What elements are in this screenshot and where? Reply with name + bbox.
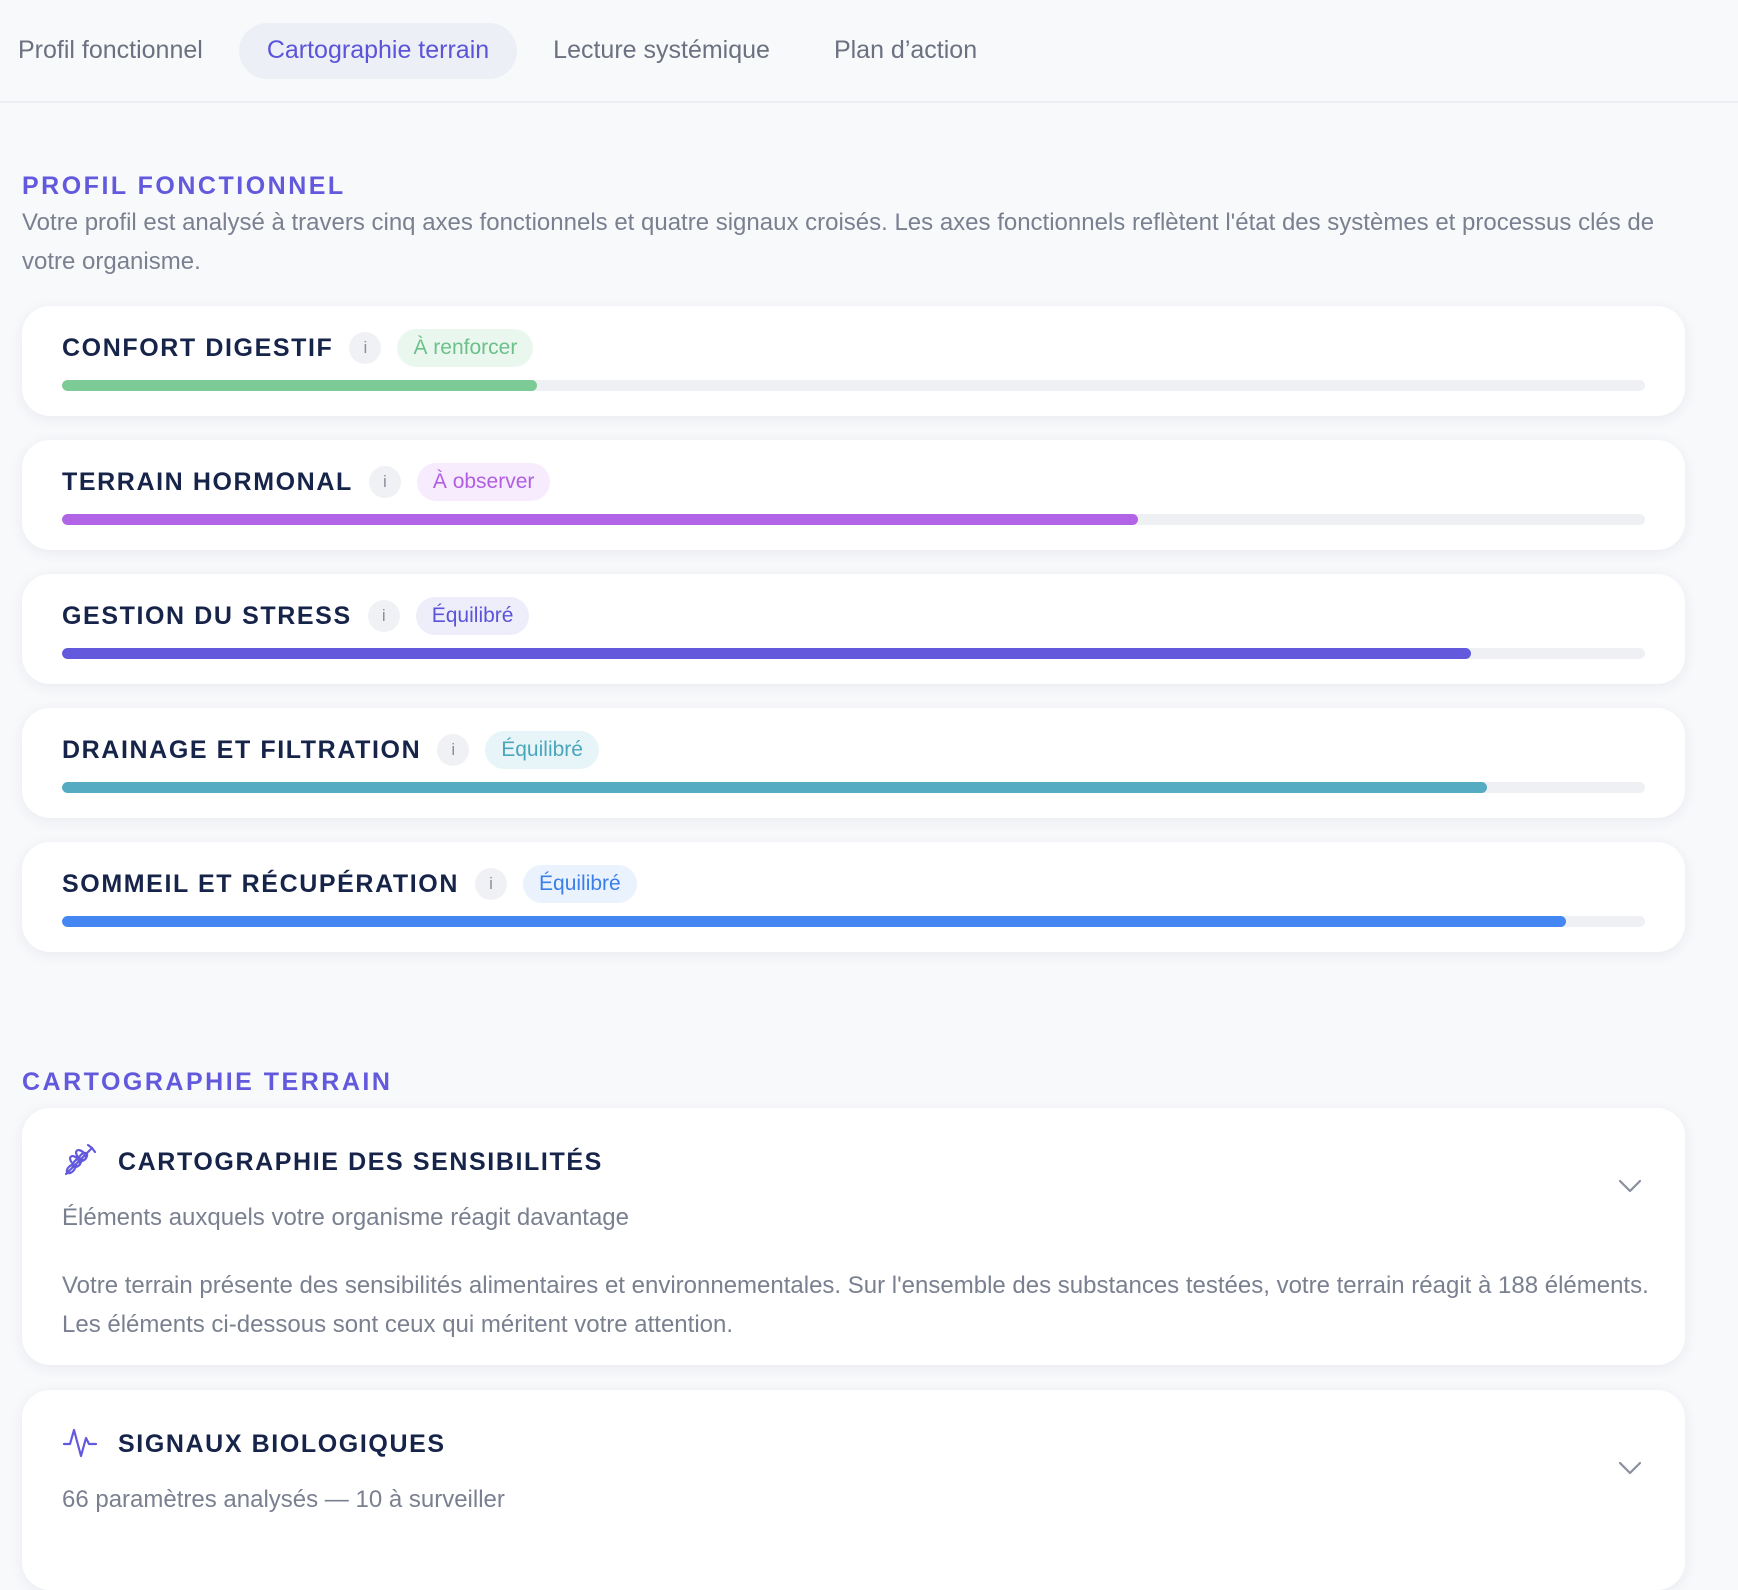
info-icon[interactable]: i: [475, 868, 508, 900]
axis-card-header: TERRAIN HORMONAL i À observer: [62, 462, 551, 502]
tab-profil-fonctionnel[interactable]: Profil fonctionnel: [0, 23, 231, 79]
sensibilites-title: CARTOGRAPHIE DES SENSIBILITÉS: [118, 1148, 603, 1176]
progress-track: [62, 648, 1645, 659]
axis-card[interactable]: CONFORT DIGESTIF i À renforcer: [22, 306, 1685, 416]
tab-lecture-systemique[interactable]: Lecture systémique: [525, 23, 798, 79]
info-icon[interactable]: i: [368, 466, 401, 498]
axis-card-header: GESTION DU STRESS i Équilibré: [62, 596, 530, 636]
axis-title: CONFORT DIGESTIF: [62, 333, 334, 362]
progress-fill: [62, 514, 1139, 525]
signaux-subtitle: 66 paramètres analysés — 10 à surveiller: [62, 1486, 505, 1513]
pulse-icon: [62, 1424, 98, 1465]
axis-title: DRAINAGE ET FILTRATION: [62, 735, 422, 764]
signaux-card[interactable]: SIGNAUX BIOLOGIQUES 66 paramètres analys…: [22, 1390, 1685, 1590]
signaux-title: SIGNAUX BIOLOGIQUES: [118, 1430, 446, 1458]
tab-cartographie-terrain[interactable]: Cartographie terrain: [238, 22, 518, 79]
axis-card[interactable]: SOMMEIL ET RÉCUPÉRATION i Équilibré: [22, 842, 1685, 952]
info-icon[interactable]: i: [349, 332, 382, 364]
progress-fill: [62, 648, 1471, 659]
tab-bar: Profil fonctionnel Cartographie terrain …: [0, 0, 1738, 103]
chevron-down-icon[interactable]: [1615, 1171, 1645, 1201]
status-badge: À observer: [416, 463, 551, 501]
info-icon[interactable]: i: [367, 600, 400, 632]
axis-title: SOMMEIL ET RÉCUPÉRATION: [62, 869, 460, 898]
progress-track: [62, 514, 1645, 525]
axis-card-header: DRAINAGE ET FILTRATION i Équilibré: [62, 730, 599, 770]
wheat-icon: [62, 1142, 98, 1183]
sensibilites-subtitle: Éléments auxquels votre organisme réagit…: [62, 1204, 629, 1231]
axis-title: GESTION DU STRESS: [62, 601, 352, 630]
axis-card[interactable]: TERRAIN HORMONAL i À observer: [22, 440, 1685, 550]
profil-section-heading: PROFIL FONCTIONNEL: [22, 172, 346, 200]
axis-card[interactable]: DRAINAGE ET FILTRATION i Équilibré: [22, 708, 1685, 818]
status-badge: Équilibré: [415, 597, 530, 635]
info-icon[interactable]: i: [437, 734, 470, 766]
axis-title: TERRAIN HORMONAL: [62, 467, 353, 496]
status-badge: Équilibré: [523, 865, 637, 903]
profil-intro-text: Votre profil est analysé à travers cinq …: [22, 209, 1655, 275]
signaux-card-header: SIGNAUX BIOLOGIQUES: [62, 1424, 446, 1465]
progress-track: [62, 916, 1645, 927]
axis-card-header: SOMMEIL ET RÉCUPÉRATION i Équilibré: [62, 864, 637, 904]
tab-plan-action[interactable]: Plan d’action: [806, 23, 1005, 79]
chevron-down-icon[interactable]: [1615, 1453, 1645, 1483]
progress-fill: [62, 782, 1487, 793]
progress-fill: [62, 916, 1566, 927]
axis-card[interactable]: GESTION DU STRESS i Équilibré: [22, 574, 1685, 684]
sensibilites-card-header: CARTOGRAPHIE DES SENSIBILITÉS: [62, 1142, 603, 1183]
status-badge: À renforcer: [397, 329, 534, 367]
sensibilites-body: Votre terrain présente des sensibilités …: [62, 1272, 1649, 1338]
axis-card-header: CONFORT DIGESTIF i À renforcer: [62, 328, 534, 368]
cartographie-section-heading: CARTOGRAPHIE TERRAIN: [22, 1068, 393, 1096]
sensibilites-card[interactable]: CARTOGRAPHIE DES SENSIBILITÉS Éléments a…: [22, 1108, 1685, 1365]
progress-track: [62, 380, 1645, 391]
status-badge: Équilibré: [485, 731, 599, 769]
progress-track: [62, 782, 1645, 793]
progress-fill: [62, 380, 537, 391]
